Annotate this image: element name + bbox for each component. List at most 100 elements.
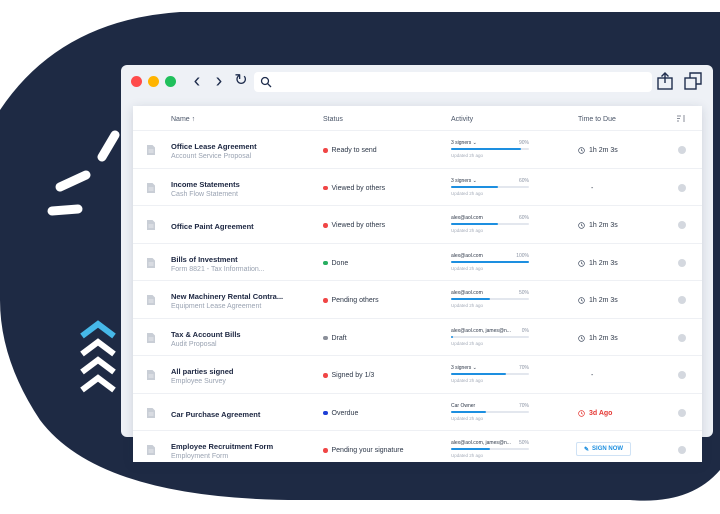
info-icon[interactable] (678, 333, 686, 342)
table-row[interactable]: New Machinery Rental Contra... Equipment … (133, 280, 702, 318)
info-icon[interactable] (678, 371, 686, 379)
activity-updated: Updated 2h ago (451, 415, 484, 421)
activity-progress[interactable]: Car Owner 70% Updated 2h ago (451, 403, 529, 421)
document-icon (147, 295, 155, 305)
table-row[interactable]: Employee Recruitment Form Employment Form… (133, 430, 702, 468)
status-badge: Pending your signature (323, 447, 404, 454)
sign-now-button[interactable]: ✎ SIGN NOW (576, 442, 632, 456)
status-dot (323, 223, 328, 228)
back-arrow-icon[interactable]: ‹ (190, 71, 204, 91)
table-row[interactable]: All parties signed Employee Survey Signed … (133, 355, 702, 393)
status-dot (323, 448, 328, 453)
column-header-name[interactable]: Name ↑ (171, 116, 195, 123)
status-badge: Signed by 1/3 (323, 372, 374, 379)
activity-signers[interactable]: Car Owner (451, 403, 475, 409)
info-icon[interactable] (678, 258, 686, 267)
activity-percent: 60% (518, 215, 529, 221)
time-to-due: 3d Ago (578, 410, 612, 417)
activity-progress[interactable]: 3 signers ⌄ 60% Updated 2h ago (451, 178, 529, 196)
time-to-due: - (591, 184, 594, 192)
activity-signers[interactable]: 3 signers ⌄ (451, 140, 477, 146)
progress-fill (451, 260, 529, 263)
document-name[interactable]: Employee Recruitment Form (171, 442, 273, 451)
activity-progress[interactable]: alex@aol.com, james@n... 0% Updated 2h ago (451, 328, 529, 346)
activity-signers[interactable]: alex@aol.com, james@n... (451, 440, 511, 446)
time-to-due: 1h 2m 3s (578, 335, 618, 342)
table-row[interactable]: Office Lease Agreement Account Service Pr… (133, 130, 702, 168)
status-badge: Draft (323, 335, 347, 342)
activity-updated: Updated 2h ago (451, 303, 484, 308)
info-icon[interactable] (678, 296, 686, 304)
activity-updated: Updated 2h ago (451, 340, 484, 346)
status-dot (323, 148, 328, 153)
progress-bar (451, 410, 529, 413)
activity-signers[interactable]: 3 signers ⌄ (451, 365, 477, 371)
status-badge: Overdue (323, 410, 358, 417)
document-name[interactable]: Office Lease Agreement (171, 142, 257, 151)
document-name[interactable]: Car Purchase Agreement (171, 410, 260, 419)
activity-signers[interactable]: alex@aol.com (451, 253, 483, 259)
document-name[interactable]: Bills of Investment (171, 255, 238, 264)
activity-updated: Updated 2h ago (451, 228, 484, 233)
info-icon[interactable] (678, 446, 686, 454)
spark-lines-decoration (47, 130, 120, 216)
table-row[interactable]: Income Statements Cash Flow Statement View… (133, 167, 702, 206)
activity-progress[interactable]: 3 signers ⌄ 70% Updated 2h ago (451, 365, 529, 383)
time-to-due: 1h 2m 3s (578, 147, 618, 154)
activity-percent: 90% (518, 140, 529, 146)
activity-progress[interactable]: alex@aol.com, james@n... 50% Updated 2h ag… (451, 440, 529, 458)
column-header-status[interactable]: Status (323, 116, 343, 123)
table-row[interactable]: Car Purchase Agreement Overdue Car Owner 70… (133, 392, 702, 431)
column-header-time-to-due[interactable]: Time to Due (578, 116, 616, 123)
document-name[interactable]: Income Statements (171, 180, 240, 189)
activity-progress[interactable]: alex@aol.com 50% Updated 2h ago (451, 290, 529, 308)
pen-icon: ✎ (584, 446, 590, 453)
document-icon (147, 145, 155, 155)
reload-icon[interactable]: ↻ (234, 73, 248, 89)
table-row[interactable]: Tax & Account Bills Audit Proposal Draft al… (133, 317, 702, 356)
sort-arrow-icon: ↑ (191, 116, 196, 123)
document-name[interactable]: Tax & Account Bills (171, 330, 241, 339)
activity-signers[interactable]: alex@aol.com (451, 215, 483, 221)
info-icon[interactable] (678, 183, 686, 192)
activity-percent: 50% (518, 440, 529, 446)
info-icon[interactable] (678, 221, 686, 229)
activity-progress[interactable]: 3 signers ⌄ 90% Updated 2h ago (451, 140, 529, 158)
document-name[interactable]: All parties signed (171, 367, 234, 376)
activity-signers[interactable]: alex@aol.com, james@n... (451, 328, 511, 334)
document-icon (147, 257, 155, 268)
minimize-window-dot[interactable] (148, 75, 159, 87)
progress-fill (451, 410, 487, 413)
close-window-dot[interactable] (131, 75, 142, 87)
status-dot (323, 373, 328, 378)
clock-icon (578, 297, 585, 304)
document-name[interactable]: New Machinery Rental Contra... (171, 292, 283, 301)
search-icon (260, 76, 272, 88)
column-header-activity[interactable]: Activity (451, 116, 473, 123)
status-dot (323, 185, 328, 191)
table-row[interactable]: Bills of Investment Form 8821 - Tax Infor… (133, 242, 702, 281)
activity-signers[interactable]: 3 signers ⌄ (451, 178, 477, 184)
activity-percent: 50% (518, 290, 529, 296)
activity-percent: 100% (516, 252, 529, 259)
maximize-window-dot[interactable] (165, 75, 176, 87)
progress-bar (451, 185, 529, 188)
progress-fill (451, 298, 490, 300)
activity-progress[interactable]: alex@aol.com 60% Updated 2h ago (451, 215, 529, 233)
info-icon[interactable] (678, 408, 686, 417)
column-sort-icon[interactable] (676, 114, 686, 123)
document-icon (147, 332, 155, 343)
progress-fill (451, 148, 522, 150)
activity-progress[interactable]: alex@aol.com 100% Updated 2h ago (451, 253, 529, 271)
table-row[interactable]: Office Paint Agreement Viewed by others al… (133, 205, 702, 243)
forward-arrow-icon[interactable]: › (212, 71, 226, 91)
new-tab-icon[interactable] (683, 71, 703, 91)
activity-updated: Updated 2h ago (451, 378, 484, 383)
document-name[interactable]: Office Paint Agreement (171, 222, 254, 231)
share-icon[interactable] (655, 71, 675, 91)
info-icon[interactable] (678, 146, 686, 154)
activity-percent: 70% (518, 365, 529, 371)
address-bar[interactable] (254, 72, 652, 92)
time-to-due: 1h 2m 3s (578, 297, 618, 304)
activity-signers[interactable]: alex@aol.com (451, 290, 483, 296)
